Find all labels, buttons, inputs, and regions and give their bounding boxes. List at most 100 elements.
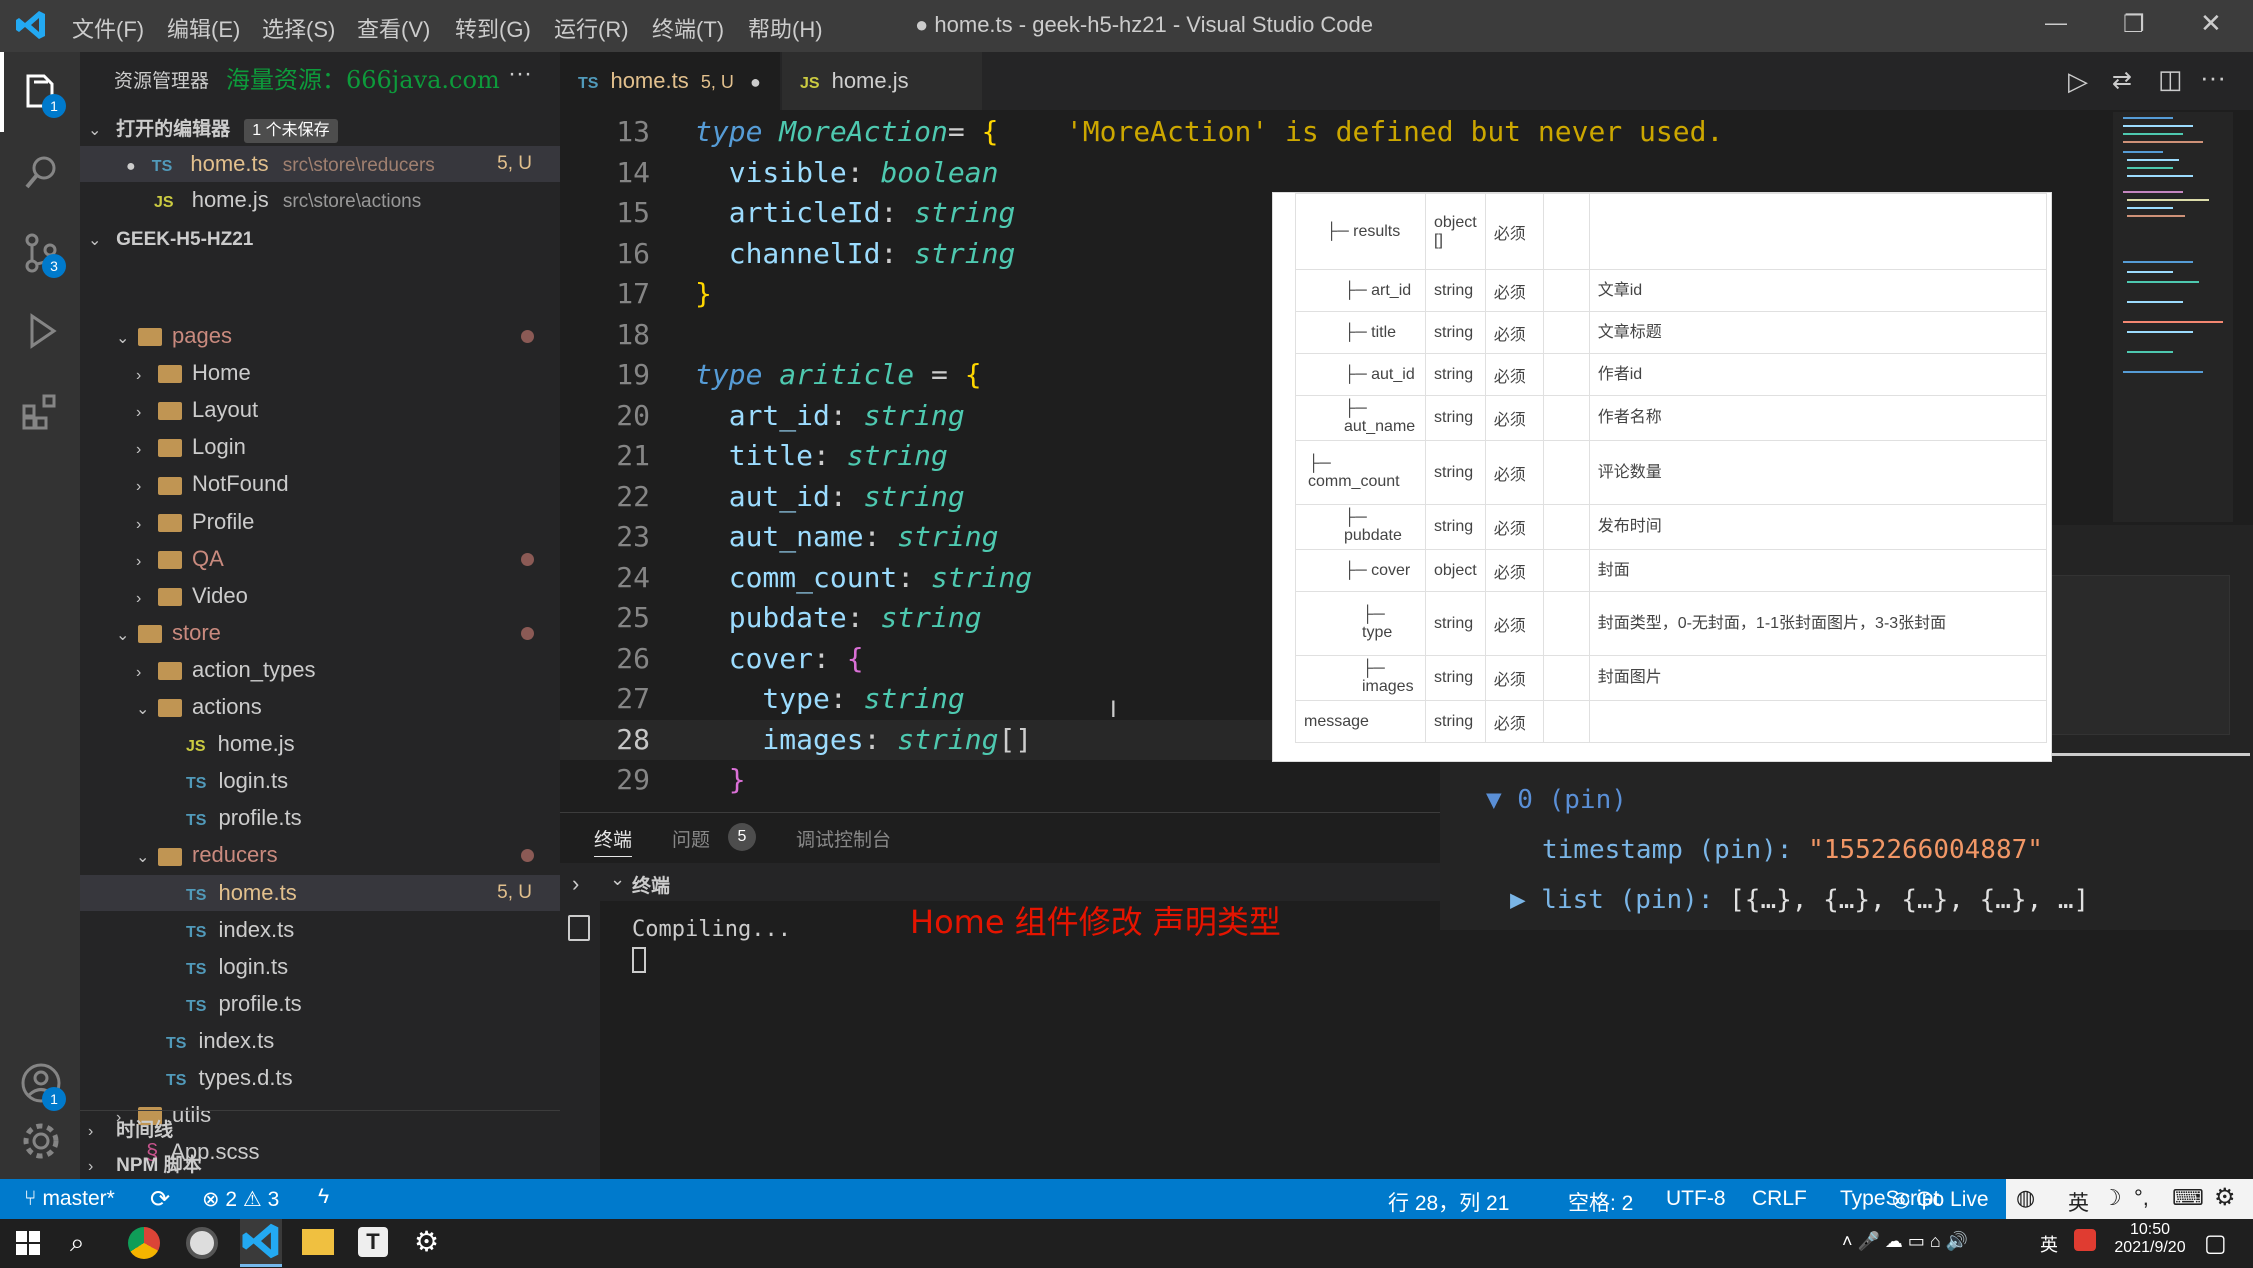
settings-taskbar-icon[interactable]: ⚙ — [414, 1225, 439, 1258]
tree-item[interactable]: › Video — [80, 578, 560, 614]
line-endings[interactable]: CRLF — [1752, 1187, 1807, 1211]
keyboard-icon[interactable]: ⌨ — [2172, 1185, 2204, 1211]
tree-item[interactable]: JS home.js — [80, 726, 560, 762]
state-node-label: ▼ 0 (pin) — [1486, 785, 1627, 815]
chevron-right-icon: › — [136, 515, 142, 533]
punctuation-icon[interactable]: °, — [2134, 1185, 2149, 1211]
tab-terminal[interactable]: 终端 — [594, 825, 633, 857]
project-header[interactable]: ⌄ GEEK-H5-HZ21 — [80, 220, 560, 256]
title-bar: 文件(F) 编辑(E) 选择(S) 查看(V) 转到(G) 运行(R) 终端(T… — [0, 0, 2253, 52]
menu-run[interactable]: 运行(R) — [554, 12, 629, 44]
menu-help[interactable]: 帮助(H) — [748, 12, 823, 44]
sync-icon[interactable]: ⟳ — [150, 1185, 170, 1214]
cursor-position[interactable]: 行 28，列 21 — [1388, 1187, 1509, 1217]
open-editors-header[interactable]: ⌄ 打开的编辑器 1 个未保存 — [80, 110, 560, 146]
minimize-button[interactable]: — — [2045, 10, 2067, 36]
tree-item[interactable]: ⌄ pages — [80, 318, 560, 354]
tree-item[interactable]: › Profile — [80, 504, 560, 540]
tree-item[interactable]: TS login.ts — [80, 763, 560, 799]
compare-changes-icon[interactable]: ⇄ — [2112, 66, 2132, 95]
dirty-dot-icon[interactable]: ● — [750, 72, 761, 92]
notifications-icon[interactable]: ▢ — [2204, 1229, 2227, 1258]
moon-icon[interactable]: ☽ — [2102, 1185, 2122, 1211]
chrome-icon[interactable] — [128, 1227, 160, 1259]
tree-item[interactable]: TS login.ts — [80, 949, 560, 985]
menu-selection[interactable]: 选择(S) — [262, 12, 335, 44]
extensions-icon[interactable] — [20, 390, 62, 432]
line-content: articleId: string — [695, 193, 1016, 234]
tree-item[interactable]: ⌄ store — [80, 615, 560, 651]
settings-gear-icon[interactable] — [20, 1120, 62, 1162]
tab-home-ts[interactable]: TS home.ts 5, U ● — [560, 52, 780, 110]
tab-problems[interactable]: 问题 — [672, 825, 710, 852]
chevron-down-icon: ⌄ — [88, 232, 102, 249]
menu-edit[interactable]: 编辑(E) — [167, 12, 240, 44]
table-row: ├─ pubdate string 必须 发布时间 — [1295, 504, 2048, 550]
state-node-0[interactable]: ▼ 0 (pin) — [1486, 785, 1627, 815]
code-line[interactable]: 14 visible: boolean — [560, 153, 2110, 194]
encoding[interactable]: UTF-8 — [1666, 1187, 1726, 1211]
tree-item[interactable]: ⌄ reducers — [80, 837, 560, 873]
clock[interactable]: 10:50 2021/9/20 — [2110, 1221, 2190, 1257]
tree-item[interactable]: › Layout — [80, 392, 560, 428]
tree-item[interactable]: › Home — [80, 355, 560, 391]
tree-item[interactable]: › NotFound — [80, 466, 560, 502]
tray-ime[interactable]: 英 — [2040, 1231, 2058, 1257]
tree-item[interactable]: › QA — [80, 541, 560, 577]
indentation[interactable]: 空格: 2 — [1568, 1187, 1633, 1217]
minimap[interactable] — [2113, 112, 2233, 522]
tray-app-icon[interactable] — [2074, 1229, 2096, 1251]
menu-terminal[interactable]: 终端(T) — [652, 12, 724, 44]
field-type: string — [1425, 269, 1486, 312]
tree-item[interactable]: TS types.d.ts — [80, 1060, 560, 1096]
tab-home-js[interactable]: JS home.js — [782, 52, 982, 110]
ime-language[interactable]: 英 — [2068, 1187, 2089, 1217]
tree-item[interactable]: TS index.ts — [80, 912, 560, 948]
lightning-icon[interactable]: ϟ — [318, 1185, 329, 1209]
tree-item[interactable]: TS home.ts 5, U — [80, 874, 560, 911]
branch-indicator[interactable]: ⑂ master* — [24, 1187, 115, 1211]
npm-scripts-header[interactable]: › NPM 脚本 — [80, 1146, 560, 1182]
field-type: object — [1425, 549, 1486, 592]
vscode-taskbar-icon[interactable] — [240, 1219, 282, 1267]
menu-file[interactable]: 文件(F) — [72, 12, 144, 44]
ime-logo-icon[interactable]: ◍ — [2016, 1185, 2035, 1211]
search-icon[interactable] — [20, 152, 62, 194]
more-actions-button[interactable]: ··· — [508, 60, 532, 88]
timeline-header[interactable]: › 时间线 — [80, 1110, 560, 1146]
open-editor-item[interactable]: JS home.js src\store\actions — [80, 182, 560, 218]
chevron-down-icon[interactable]: ⌄ — [610, 869, 625, 890]
ime-settings-icon[interactable]: ⚙ — [2214, 1183, 2236, 1212]
tray-icons[interactable]: ˄ 🎤 ☁ ▭ ⌂ 🔊 — [1842, 1231, 1968, 1252]
run-icon[interactable]: ▷ — [2068, 66, 2088, 97]
code-token: comm_count — [695, 560, 898, 594]
unsaved-badge: 1 个未保存 — [244, 119, 338, 143]
go-live-button[interactable]: ◎ Go Live — [1892, 1187, 1989, 1212]
tab-debug-console[interactable]: 调试控制台 — [796, 825, 891, 852]
menu-view[interactable]: 查看(V) — [357, 12, 430, 44]
terminal-icon[interactable] — [568, 915, 590, 941]
tree-item[interactable]: TS index.ts — [80, 1023, 560, 1059]
list-entry[interactable]: ▶ list (pin): [{…}, {…}, {…}, {…}, …] — [1510, 885, 2089, 915]
tree-item[interactable]: TS profile.ts — [80, 800, 560, 836]
file-explorer-icon[interactable] — [302, 1229, 334, 1255]
tree-item[interactable]: › Login — [80, 429, 560, 465]
tree-item[interactable]: ⌄ actions — [80, 689, 560, 725]
close-window-button[interactable]: ✕ — [2200, 8, 2222, 39]
run-debug-icon[interactable] — [20, 310, 62, 352]
split-editor-icon[interactable]: ◫ — [2158, 64, 2183, 95]
restore-button[interactable]: ❐ — [2123, 10, 2145, 39]
typora-icon[interactable]: T — [358, 1227, 388, 1257]
problems-indicator[interactable]: ⊗ 2 ⚠ 3 — [202, 1187, 279, 1212]
code-line[interactable]: 13 type MoreAction= { 'MoreAction' is def… — [560, 112, 2110, 153]
open-editor-item[interactable]: ● TS home.ts src\store\reducers 5, U — [80, 146, 560, 182]
code-token: boolean — [880, 155, 999, 189]
chevron-right-icon[interactable]: › — [572, 871, 579, 897]
app-icon[interactable] — [186, 1227, 218, 1259]
editor-more-icon[interactable]: ··· — [2200, 62, 2226, 93]
search-taskbar-icon[interactable]: ⌕ — [70, 1227, 85, 1259]
tree-item[interactable]: TS profile.ts — [80, 986, 560, 1022]
menu-go[interactable]: 转到(G) — [455, 12, 531, 44]
windows-start-icon[interactable] — [14, 1229, 42, 1262]
tree-item[interactable]: › action_types — [80, 652, 560, 688]
